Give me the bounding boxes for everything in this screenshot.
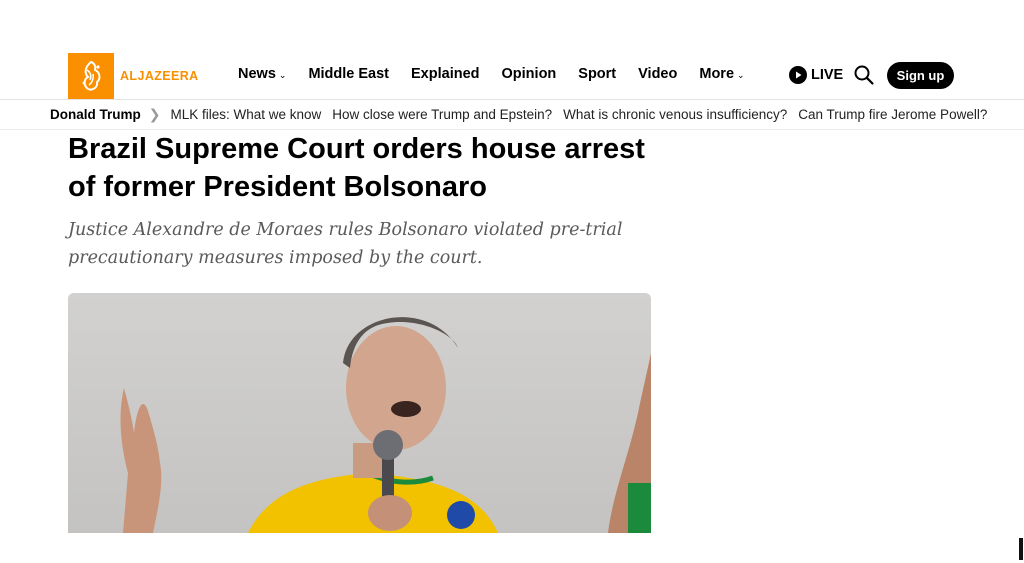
trending-link[interactable]: How close were Trump and Epstein? [332,107,552,122]
site-logo[interactable]: ALJAZEERA [68,53,199,99]
article-hero-image [68,293,651,533]
nav-opinion[interactable]: Opinion [502,66,557,82]
nav-explained-label: Explained [411,66,480,82]
trending-link[interactable]: MLK files: What we know [170,107,321,122]
nav-more[interactable]: More ⌄ [699,66,744,82]
trending-link[interactable]: What is chronic venous insufficiency? [563,107,787,122]
nav-more-label: More [699,66,735,82]
aljazeera-logo-icon [68,53,114,99]
trending-link[interactable]: Can Trump fire Jerome Powell? [798,107,987,122]
nav-video[interactable]: Video [638,66,677,82]
nav-middle-east[interactable]: Middle East [308,66,389,82]
sign-up-button[interactable]: Sign up [887,62,954,89]
trending-bar: Donald Trump ❯ MLK files: What we know H… [0,100,1024,130]
live-button[interactable]: LIVE [789,66,843,84]
site-header: ALJAZEERA News ⌄ Middle East Explained O… [0,0,1024,100]
search-icon[interactable] [853,64,875,86]
nav-video-label: Video [638,66,678,82]
main-nav: News ⌄ Middle East Explained Opinion Spo… [238,66,767,82]
chevron-right-icon: ❯ [148,106,161,122]
chevron-down-icon: ⌄ [737,69,745,80]
nav-opinion-label: Opinion [501,66,557,82]
article-headline: Brazil Supreme Court orders house arrest… [68,133,645,203]
nav-explained[interactable]: Explained [411,66,480,82]
nav-sport[interactable]: Sport [578,66,616,82]
nav-news-label: News [238,66,276,82]
nav-news[interactable]: News ⌄ [238,66,286,82]
nav-middle-east-label: Middle East [308,66,390,82]
trending-topic-title[interactable]: Donald Trump [50,107,141,122]
live-label: LIVE [811,67,844,83]
chevron-down-icon: ⌄ [278,69,287,80]
play-icon [789,66,807,84]
text-cursor-marker [1019,538,1023,560]
brand-name: ALJAZEERA [120,69,199,83]
nav-sport-label: Sport [578,66,617,82]
article-subheading: Justice Alexandre de Moraes rules Bolson… [68,220,623,268]
